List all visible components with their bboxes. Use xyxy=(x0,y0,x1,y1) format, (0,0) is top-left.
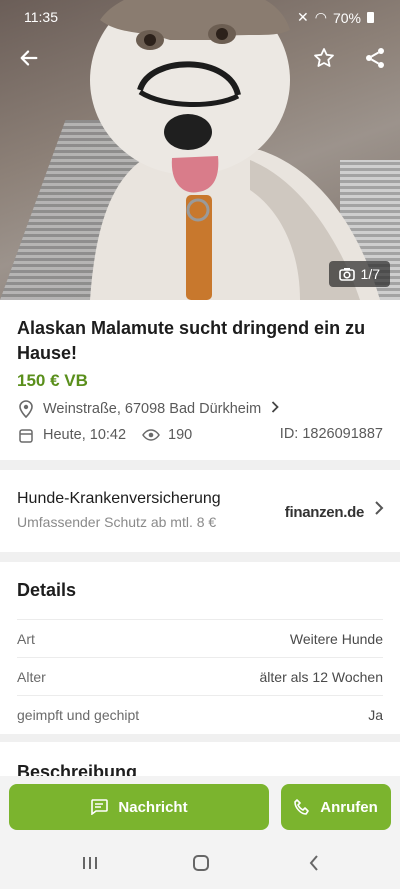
detail-key: geimpft und gechipt xyxy=(17,706,140,723)
call-button[interactable]: Anrufen xyxy=(281,784,391,830)
chevron-right-icon xyxy=(374,500,384,521)
insurance-title: Hunde-Krankenversicherung xyxy=(17,490,221,507)
chevron-left-icon xyxy=(309,855,318,871)
chevron-right-icon xyxy=(271,401,279,417)
favorite-button[interactable] xyxy=(306,40,342,76)
gallery-counter: 1/7 xyxy=(328,261,390,287)
detail-key: Alter xyxy=(17,668,46,685)
detail-row: Alter älter als 12 Wochen xyxy=(17,657,383,695)
detail-row: geimpft und gechipt Ja xyxy=(17,695,383,733)
system-back-button[interactable] xyxy=(302,852,326,874)
phone-icon xyxy=(294,799,310,815)
meta-row: Heute, 10:42 190 xyxy=(17,426,192,444)
recent-apps-icon xyxy=(83,857,97,869)
insurance-subtitle: Umfassender Schutz ab mtl. 8 € xyxy=(17,514,217,530)
listing-date: Heute, 10:42 xyxy=(43,427,127,443)
listing-page: 11:35 ✕ ◠ 70% 1/7 Alaskan Malamute sucht… xyxy=(0,0,400,889)
listing-title: Alaskan Malamute sucht dringend ein zu H… xyxy=(17,318,366,363)
listing-id: ID: 1826091887 xyxy=(279,426,383,442)
details-card: Details Art Weitere Hunde Alter älter al… xyxy=(0,562,400,734)
listing-views: 190 xyxy=(168,427,193,443)
camera-icon xyxy=(338,268,355,281)
insurance-logo: finanzen.de xyxy=(284,504,365,521)
calendar-icon xyxy=(17,426,35,444)
wifi-icon: ◠ xyxy=(314,9,327,25)
call-button-label: Anrufen xyxy=(320,798,378,816)
listing-price: 150 € VB xyxy=(17,371,88,390)
status-icons: ✕ ◠ 70% xyxy=(297,9,374,26)
action-bar: Nachricht Anrufen xyxy=(0,776,400,836)
mute-icon: ✕ xyxy=(297,9,309,25)
map-pin-icon xyxy=(17,400,35,418)
battery-level: 70% xyxy=(332,9,361,26)
eye-icon xyxy=(142,426,160,444)
arrow-left-icon xyxy=(20,50,38,66)
home-icon xyxy=(193,855,209,871)
detail-value: Ja xyxy=(368,706,383,723)
location-row[interactable]: Weinstraße, 67098 Bad Dürkheim xyxy=(17,400,279,418)
gallery-counter-text: 1/7 xyxy=(360,266,380,282)
message-button-label: Nachricht xyxy=(118,798,188,816)
share-button[interactable] xyxy=(357,40,393,76)
message-button[interactable]: Nachricht xyxy=(9,784,269,830)
back-button[interactable] xyxy=(11,40,47,76)
share-icon xyxy=(366,48,384,68)
location-text: Weinstraße, 67098 Bad Dürkheim xyxy=(43,401,262,417)
insurance-ad-card[interactable]: Hunde-Krankenversicherung Umfassender Sc… xyxy=(0,470,400,552)
listing-id-row: ID: 1826091887 xyxy=(280,426,383,442)
detail-row: Art Weitere Hunde xyxy=(17,619,383,657)
status-time: 11:35 xyxy=(24,9,58,25)
star-icon xyxy=(314,48,334,67)
status-bar: 11:35 ✕ ◠ 70% xyxy=(0,0,400,34)
message-icon xyxy=(91,799,109,815)
listing-photo[interactable]: 11:35 ✕ ◠ 70% 1/7 xyxy=(0,0,400,300)
detail-value: älter als 12 Wochen xyxy=(259,668,383,685)
battery-icon xyxy=(367,12,374,23)
details-heading: Details xyxy=(17,580,77,600)
recent-apps-button[interactable] xyxy=(78,852,102,874)
system-nav-bar xyxy=(0,836,400,889)
detail-key: Art xyxy=(17,630,35,647)
detail-value: Weitere Hunde xyxy=(289,630,383,647)
home-button[interactable] xyxy=(189,852,213,874)
